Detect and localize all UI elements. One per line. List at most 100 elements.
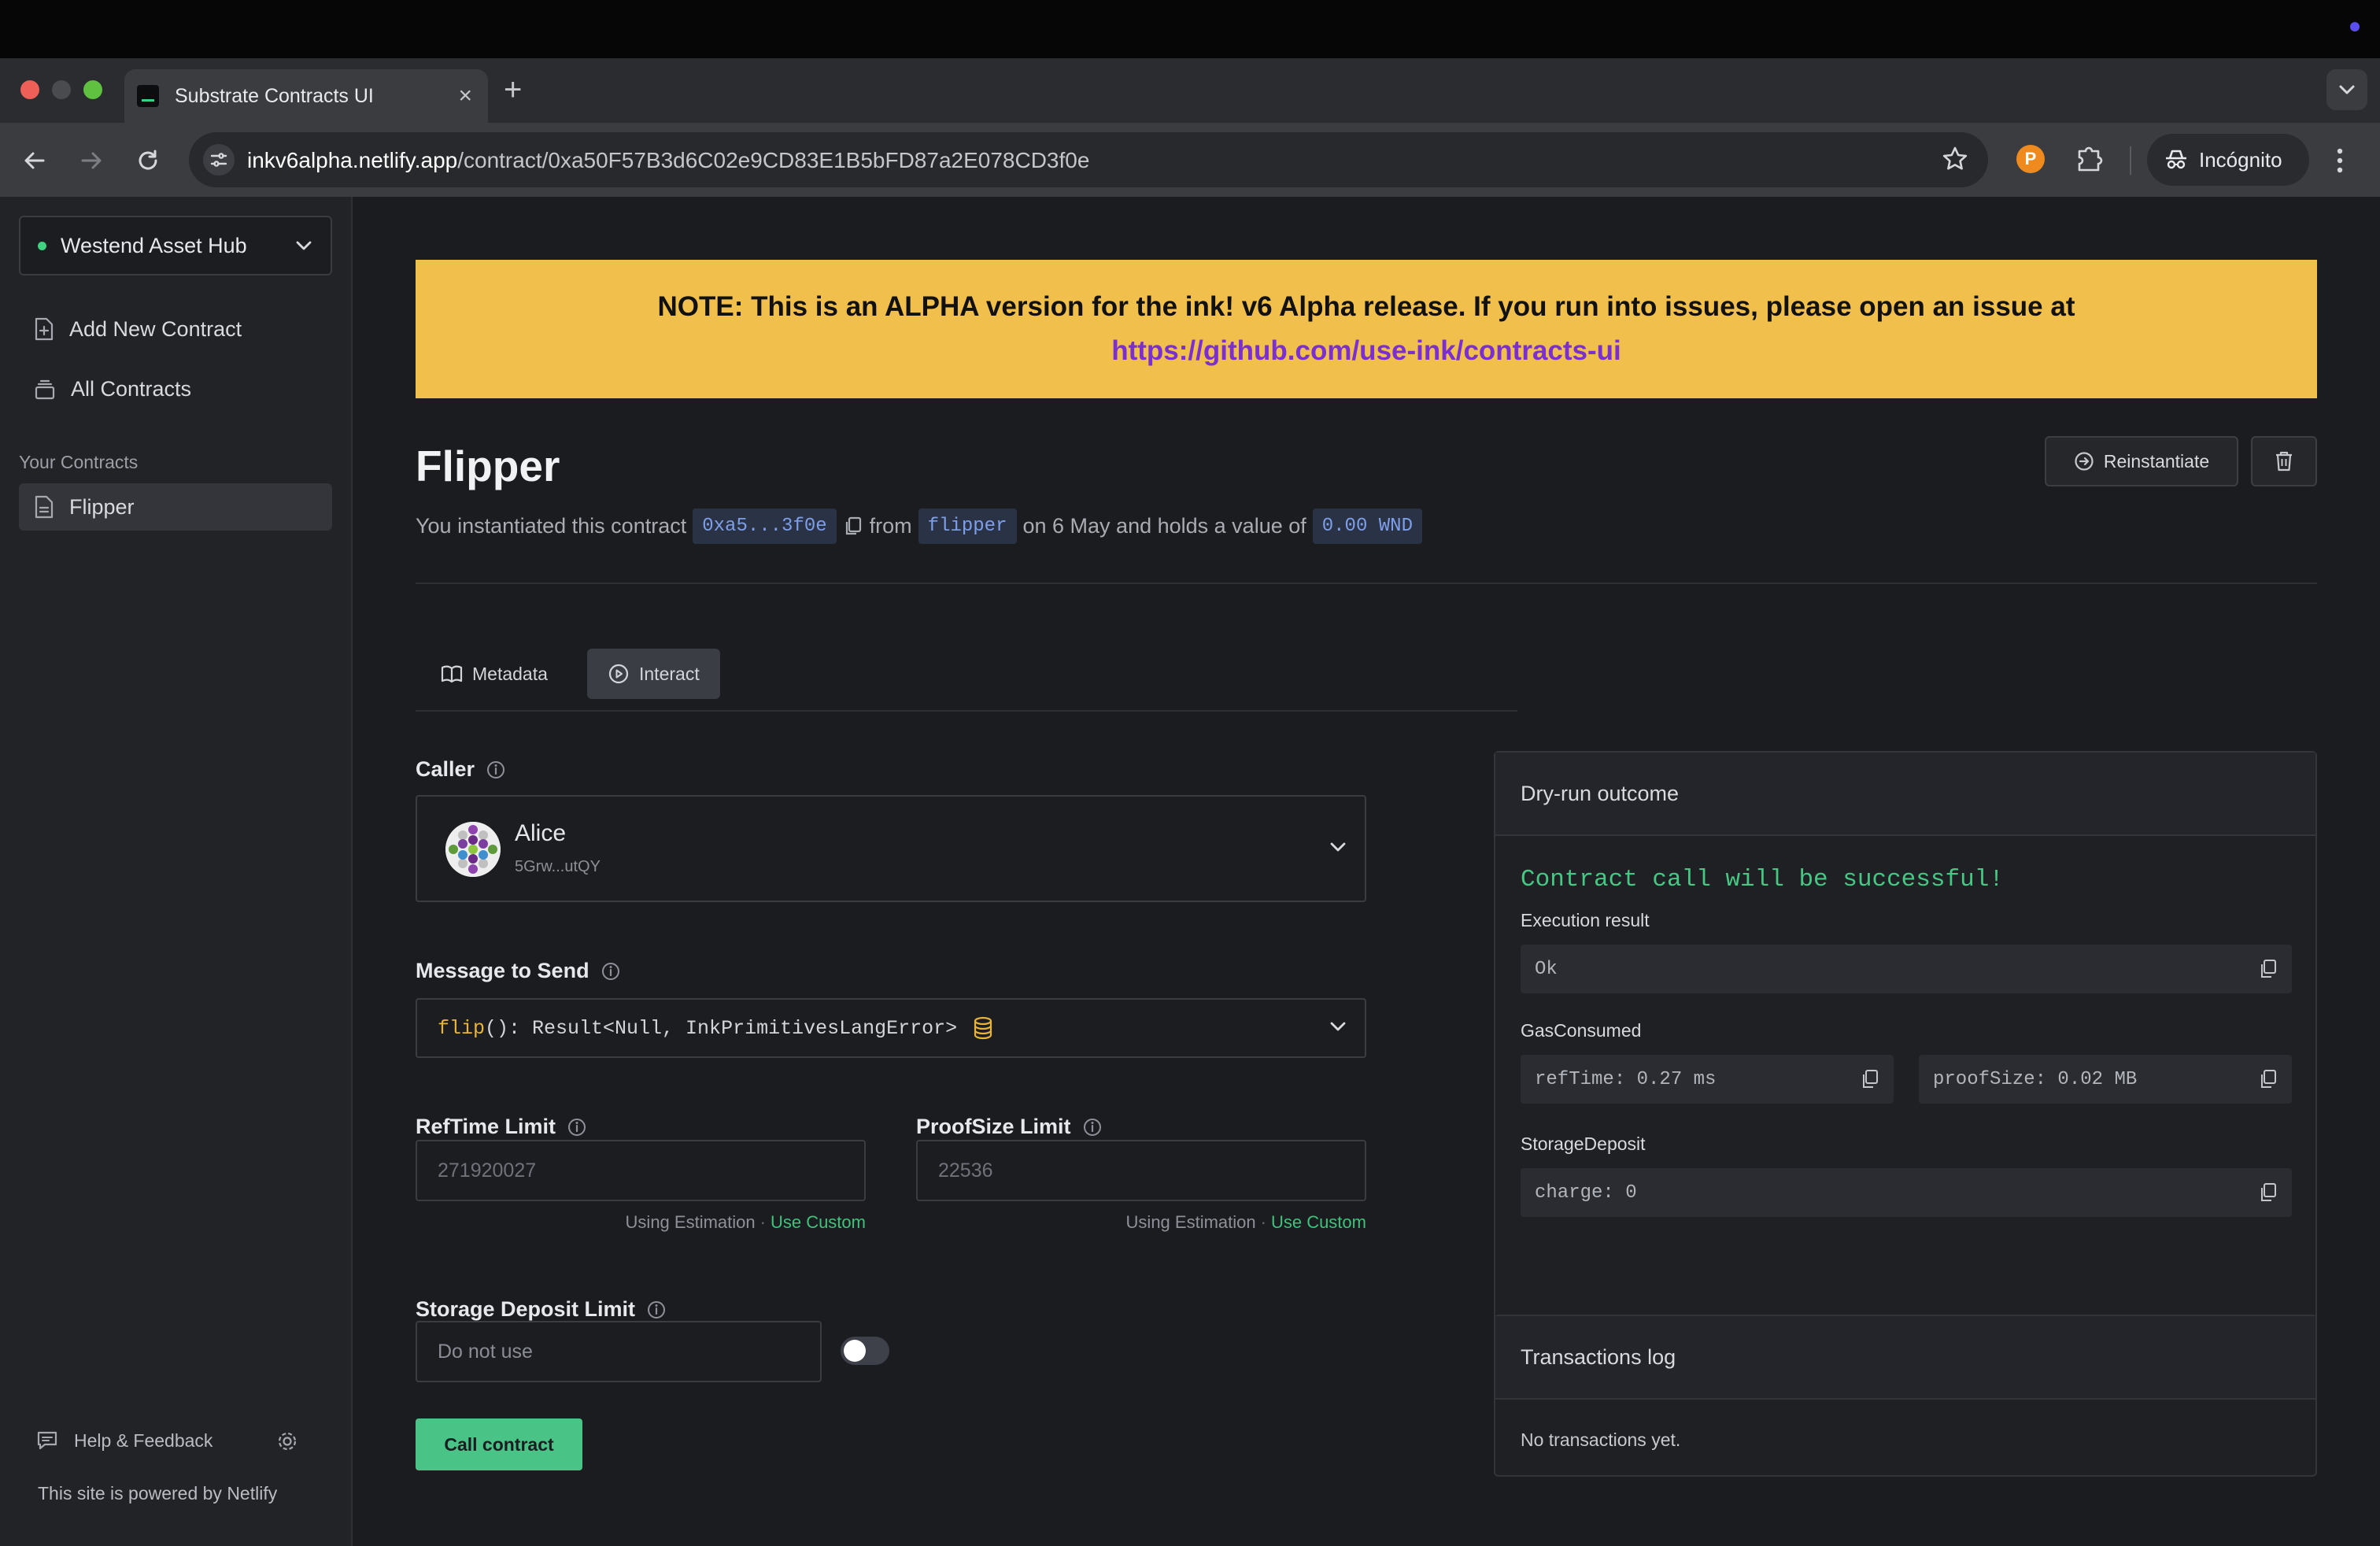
sidebar-item-flipper[interactable]: Flipper — [19, 483, 332, 531]
extension-p-icon[interactable]: P — [2016, 145, 2045, 173]
toggle-knob — [844, 1340, 866, 1362]
copy-icon[interactable] — [2259, 1069, 2278, 1089]
github-issue-link[interactable]: https://github.com/use-ink/contracts-ui — [1111, 335, 1621, 366]
contract-summary-line: You instantiated this contract 0xa5...3f… — [416, 509, 1422, 544]
divider — [416, 583, 2317, 584]
help-label: Help & Feedback — [74, 1429, 213, 1451]
sidebar-item-add-new-contract[interactable]: Add New Contract — [19, 305, 332, 353]
network-status-dot — [38, 241, 46, 250]
chevron-down-icon — [1329, 1020, 1347, 1033]
summary-from: from — [869, 514, 912, 538]
storage-deposit-input[interactable]: Do not use — [416, 1321, 822, 1382]
back-arrow-icon[interactable] — [19, 145, 50, 176]
contract-address-pill: 0xa5...3f0e — [693, 509, 837, 544]
proofsize-input[interactable]: 22536 — [916, 1140, 1366, 1201]
contract-value-pill: 0.00 WND — [1312, 509, 1422, 544]
powered-by-netlify[interactable]: This site is powered by Netlify — [38, 1483, 277, 1504]
reftime-label: RefTime Limit — [416, 1115, 556, 1138]
sidebar-item-all-contracts[interactable]: All Contracts — [19, 365, 332, 412]
copy-icon[interactable] — [1861, 1069, 1879, 1089]
reftime-value: refTime: 0.27 ms — [1535, 1068, 1717, 1090]
caller-label: Caller — [416, 757, 475, 781]
reftime-estimation-row: Using Estimation · Use Custom — [589, 1212, 866, 1233]
reinstantiate-button[interactable]: Reinstantiate — [2045, 436, 2238, 486]
sidebar-item-label: Add New Contract — [69, 316, 242, 341]
separator: · — [1260, 1212, 1266, 1232]
proofsize-use-custom-link[interactable]: Use Custom — [1271, 1212, 1366, 1232]
favicon-icon — [137, 85, 159, 107]
minimize-window-button[interactable] — [52, 80, 71, 99]
tab-close-icon[interactable]: × — [458, 84, 472, 108]
caller-address: 5Grw...utQY — [515, 858, 601, 875]
incognito-badge[interactable]: Incógnito — [2147, 134, 2309, 186]
copy-icon[interactable] — [843, 516, 863, 538]
help-feedback-link[interactable]: Help & Feedback — [36, 1429, 213, 1452]
storage-deposit-toggle[interactable] — [841, 1337, 889, 1365]
proofsize-estimation-row: Using Estimation · Use Custom — [1089, 1212, 1366, 1233]
tab-label: Interact — [639, 663, 700, 684]
copy-icon[interactable] — [2259, 959, 2278, 979]
reftime-field-label: RefTime Limit — [416, 1115, 587, 1139]
transactions-log-title: Transactions log — [1495, 1316, 2315, 1400]
chevron-down-icon — [294, 239, 313, 252]
caller-select[interactable]: Alice 5Grw...utQY — [416, 795, 1366, 902]
book-icon — [441, 664, 463, 683]
proofsize-placeholder: 22536 — [938, 1159, 993, 1182]
close-window-button[interactable] — [20, 80, 39, 99]
dry-run-title: Dry-run outcome — [1495, 753, 2315, 836]
tab-title: Substrate Contracts UI — [175, 84, 374, 107]
reftime-use-custom-link[interactable]: Use Custom — [771, 1212, 866, 1232]
incognito-label: Incógnito — [2199, 147, 2282, 172]
copy-icon[interactable] — [2259, 1182, 2278, 1203]
info-icon[interactable] — [1082, 1117, 1103, 1137]
transactions-empty-text: No transactions yet. — [1521, 1429, 1681, 1450]
storage-charge-value: charge: 0 — [1535, 1182, 1637, 1204]
alpha-notice-message: NOTE: This is an ALPHA version for the i… — [657, 291, 2075, 322]
url-text: inkv6alpha.netlify.app/contract/0xa50F57… — [247, 148, 1089, 173]
storage-deposit-field-label: Storage Deposit Limit — [416, 1297, 667, 1322]
document-icon — [33, 494, 55, 520]
file-plus-icon — [33, 316, 55, 342]
summary-mid: on 6 May and holds a value of — [1022, 514, 1306, 538]
toolbar-divider — [2130, 146, 2131, 175]
new-tab-plus-icon[interactable]: + — [504, 72, 522, 107]
message-label: Message to Send — [416, 959, 589, 982]
tab-interact[interactable]: Interact — [587, 649, 720, 699]
reftime-input[interactable]: 271920027 — [416, 1140, 866, 1201]
proofsize-field-label: ProofSize Limit — [916, 1115, 1103, 1139]
alpha-notice-text: NOTE: This is an ALPHA version for the i… — [510, 285, 2223, 373]
settings-gear-icon[interactable] — [275, 1429, 299, 1453]
network-select[interactable]: Westend Asset Hub — [19, 216, 332, 276]
tab-list-chevron-icon[interactable] — [2326, 69, 2367, 110]
play-circle-icon — [608, 663, 630, 685]
code-name-pill: flipper — [918, 509, 1017, 544]
forward-arrow-icon[interactable] — [76, 145, 107, 176]
address-bar[interactable]: inkv6alpha.netlify.app/contract/0xa50F57… — [189, 132, 1988, 187]
fullscreen-window-button[interactable] — [83, 80, 102, 99]
browser-tab[interactable]: Substrate Contracts UI × — [124, 69, 488, 123]
summary-prefix: You instantiated this contract — [416, 514, 687, 538]
tab-metadata[interactable]: Metadata — [420, 649, 568, 699]
message-select[interactable]: flip(): Result<Null, InkPrimitivesLangEr… — [416, 998, 1366, 1058]
info-icon[interactable] — [567, 1117, 587, 1137]
call-contract-button[interactable]: Call contract — [416, 1418, 582, 1470]
browser-menu-kebab-icon[interactable] — [2334, 145, 2345, 176]
execution-result-box: Ok — [1521, 945, 2292, 993]
proofsize-value: proofSize: 0.02 MB — [1933, 1068, 2138, 1090]
site-info-icon[interactable] — [203, 144, 235, 176]
tab-label: Metadata — [472, 663, 548, 684]
main-content: NOTE: This is an ALPHA version for the i… — [354, 197, 2380, 1546]
dry-run-status: Contract call will be successful! — [1521, 866, 2004, 893]
page-title: Flipper — [416, 442, 560, 490]
proofsize-box: proofSize: 0.02 MB — [1919, 1055, 2292, 1104]
message-field-label: Message to Send — [416, 959, 621, 983]
info-icon[interactable] — [646, 1300, 667, 1320]
info-icon[interactable] — [486, 760, 506, 780]
storage-deposit-label: Storage Deposit Limit — [416, 1297, 636, 1321]
bookmark-star-icon[interactable] — [1941, 145, 1969, 173]
info-icon[interactable] — [601, 961, 621, 982]
reload-icon[interactable] — [132, 145, 164, 176]
extensions-puzzle-icon[interactable] — [2075, 143, 2103, 175]
delete-contract-button[interactable] — [2251, 436, 2317, 486]
reftime-box: refTime: 0.27 ms — [1521, 1055, 1894, 1104]
